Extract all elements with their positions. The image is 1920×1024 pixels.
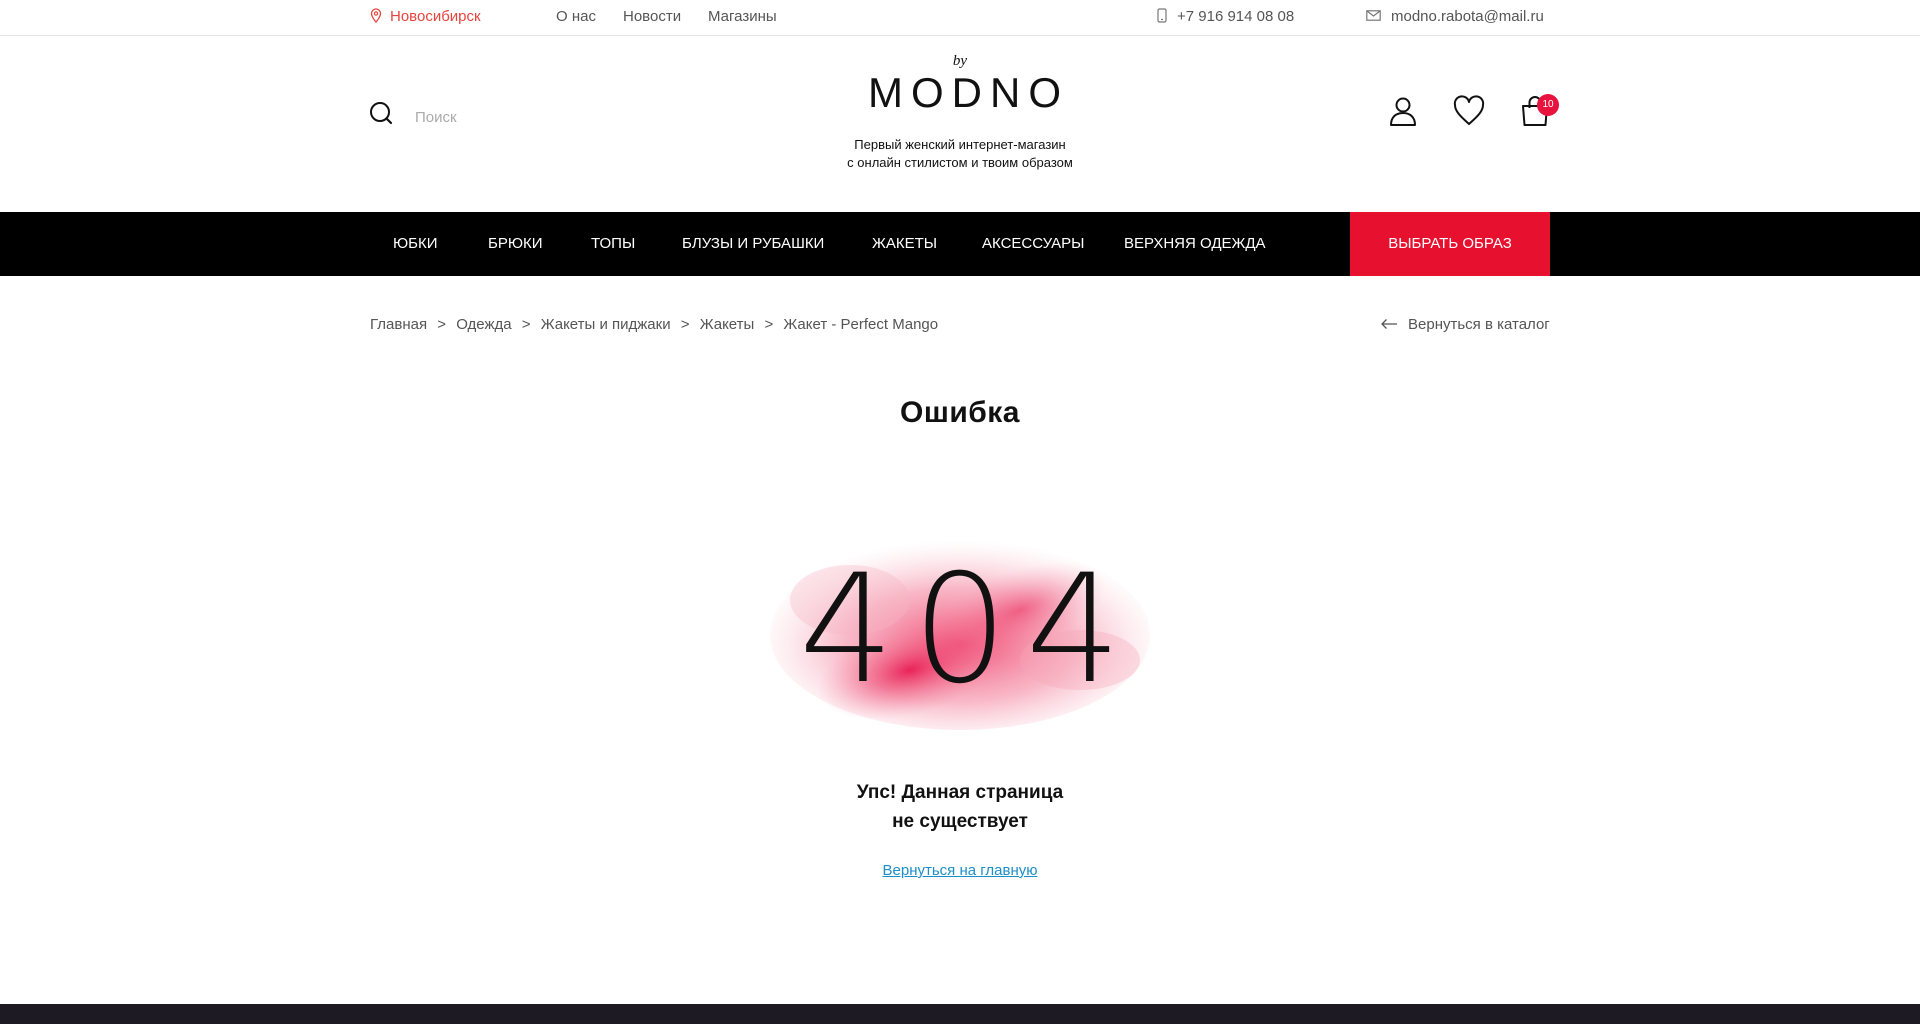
search-icon[interactable] bbox=[369, 101, 393, 125]
breadcrumb-separator: > bbox=[437, 316, 447, 333]
nav-item-jackets[interactable]: ЖАКЕТЫ bbox=[872, 212, 937, 276]
top-link-shops[interactable]: Магазины bbox=[708, 0, 777, 36]
phone-contact[interactable]: +7 916 914 08 08 bbox=[1157, 0, 1294, 36]
tagline-line-1: Первый женский интернет-магазин bbox=[854, 137, 1066, 152]
breadcrumb-separator: > bbox=[764, 316, 774, 333]
tagline-line-2: с онлайн стилистом и твоим образом bbox=[847, 155, 1073, 170]
nav-item-outerwear[interactable]: ВЕРХНЯЯ ОДЕЖДА bbox=[1124, 212, 1266, 276]
logo-by: by bbox=[952, 53, 968, 69]
back-to-catalog-label: Вернуться в каталог bbox=[1408, 316, 1550, 333]
breadcrumb-clothing[interactable]: Одежда bbox=[456, 316, 511, 333]
error-message-line-1: Упс! Данная страница bbox=[856, 782, 1064, 803]
error-code: 404 bbox=[798, 543, 1140, 717]
breadcrumb: Главная > Одежда > Жакеты и пиджаки > Жа… bbox=[370, 316, 942, 333]
top-link-news[interactable]: Новости bbox=[623, 0, 681, 36]
back-to-home-link[interactable]: Вернуться на главную bbox=[760, 862, 1160, 879]
phone-icon bbox=[1157, 8, 1167, 23]
breadcrumb-home[interactable]: Главная bbox=[370, 316, 427, 333]
cart-count-badge: 10 bbox=[1537, 94, 1559, 116]
email-contact[interactable]: modno.rabota@mail.ru bbox=[1366, 0, 1544, 36]
envelope-icon bbox=[1366, 10, 1381, 21]
page-title: Ошибка bbox=[899, 396, 1020, 429]
phone-number: +7 916 914 08 08 bbox=[1177, 8, 1295, 25]
back-to-catalog-link[interactable]: Вернуться в каталог bbox=[1380, 316, 1550, 333]
nav-item-skirts[interactable]: ЮБКИ bbox=[393, 212, 438, 276]
tagline: Первый женский интернет-магазин с онлайн… bbox=[810, 136, 1110, 172]
search-input[interactable] bbox=[404, 102, 624, 132]
choose-look-button[interactable]: ВЫБРАТЬ ОБРАЗ bbox=[1350, 212, 1550, 276]
footer bbox=[0, 1004, 1920, 1024]
city-selector[interactable]: Новосибирск bbox=[370, 0, 481, 36]
top-bar: Новосибирск О нас Новости Магазины +7 91… bbox=[0, 0, 1920, 36]
site-logo[interactable]: by MODNO bbox=[860, 52, 1069, 128]
arrow-left-icon bbox=[1381, 318, 1397, 329]
error-message: Упс! Данная страница не существует bbox=[760, 778, 1160, 836]
breadcrumb-jackets-blazers[interactable]: Жакеты и пиджаки bbox=[541, 316, 671, 333]
nav-item-blouses[interactable]: БЛУЗЫ И РУБАШКИ bbox=[682, 212, 824, 276]
site-header: by MODNO Первый женский интернет-магазин… bbox=[0, 36, 1920, 212]
heart-icon[interactable] bbox=[1452, 94, 1486, 128]
nav-item-tops[interactable]: ТОПЫ bbox=[591, 212, 635, 276]
error-message-line-2: не существует bbox=[892, 811, 1028, 832]
top-link-about[interactable]: О нас bbox=[556, 0, 596, 36]
breadcrumb-separator: > bbox=[521, 316, 531, 333]
email-address: modno.rabota@mail.ru bbox=[1391, 8, 1544, 25]
breadcrumb-jackets[interactable]: Жакеты bbox=[700, 316, 755, 333]
user-icon[interactable] bbox=[1386, 94, 1420, 128]
nav-item-accessories[interactable]: АКСЕССУАРЫ bbox=[982, 212, 1084, 276]
logo-brand: MODNO bbox=[868, 69, 1069, 116]
main-navigation: ЮБКИ БРЮКИ ТОПЫ БЛУЗЫ И РУБАШКИ ЖАКЕТЫ А… bbox=[0, 212, 1920, 276]
map-pin-icon bbox=[370, 8, 382, 24]
nav-item-trousers[interactable]: БРЮКИ bbox=[488, 212, 543, 276]
breadcrumb-current: Жакет - Perfect Mango bbox=[783, 316, 939, 333]
city-name: Новосибирск bbox=[390, 8, 481, 25]
breadcrumb-separator: > bbox=[680, 316, 690, 333]
